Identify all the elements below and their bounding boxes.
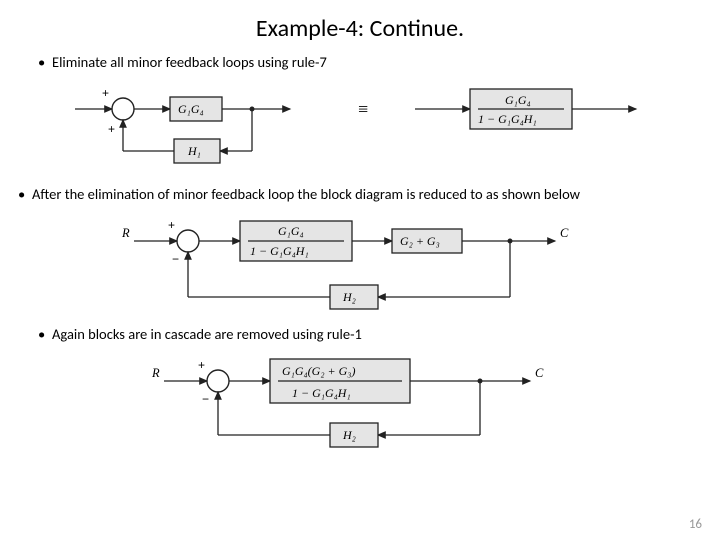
bullet-2: After the elimination of minor feedback … [18,185,710,203]
svg-text:≡: ≡ [358,99,368,119]
bullet-3: Again blocks are in cascade are removed … [38,325,710,343]
diagram-3: R + − G₁G₄(G₂ + G₃) 1 − G₁G₄H₁ C H₂ [130,351,590,455]
svg-text:H₁: H₁ [187,144,201,158]
svg-text:+: + [102,86,109,100]
svg-text:G₁G₄: G₁G₄ [505,93,531,107]
svg-text:+: + [108,122,115,136]
svg-text:G₁G₄: G₁G₄ [278,224,304,238]
svg-text:G₂ + G₃: G₂ + G₃ [400,234,440,248]
page-number: 16 [689,517,702,532]
svg-text:R: R [121,226,130,240]
svg-text:G₁G₄(G₂ + G₃): G₁G₄(G₂ + G₃) [282,364,355,378]
diagram-1: + + G₁G₄ H₁ ≡ G₁G₄ 1 − G₁G₄H₁ [60,79,660,179]
svg-text:+: + [198,358,205,372]
svg-text:H₂: H₂ [342,428,356,442]
svg-text:1 − G₁G₄H₁: 1 − G₁G₄H₁ [292,386,351,400]
svg-text:+: + [168,218,175,232]
diagram-2: R + − G₁G₄ 1 − G₁G₄H₁ G₂ + G₃ C H₂ [100,211,620,319]
svg-text:1 − G₁G₄H₁: 1 − G₁G₄H₁ [250,244,309,258]
svg-text:C: C [535,366,544,380]
svg-text:H₂: H₂ [342,290,356,304]
page-title: Example-4: Continue. [10,14,710,43]
svg-text:R: R [151,366,160,380]
bullet-1: Eliminate all minor feedback loops using… [38,53,710,71]
svg-text:G₁G₄: G₁G₄ [178,102,204,116]
svg-text:−: − [202,392,209,406]
svg-text:C: C [560,226,569,240]
svg-text:−: − [172,252,179,266]
svg-text:1 − G₁G₄H₁: 1 − G₁G₄H₁ [478,112,537,126]
